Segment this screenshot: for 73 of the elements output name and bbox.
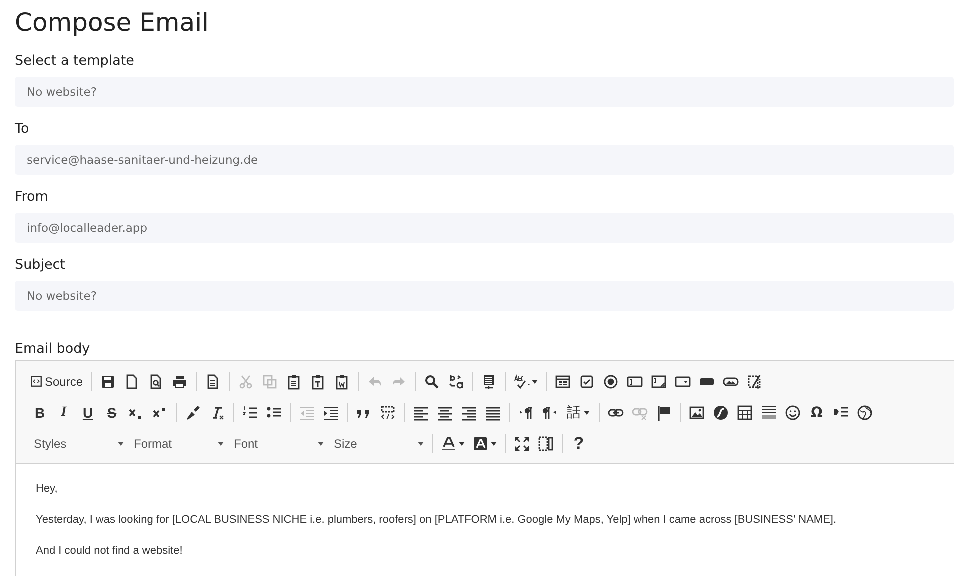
copyformat-icon [185, 404, 201, 420]
underline-button[interactable]: U [76, 400, 100, 424]
caret-icon [584, 410, 590, 414]
field-label: Subject [15, 256, 66, 274]
print-icon [172, 374, 188, 390]
showblocks-icon [538, 436, 554, 452]
numberedlist-icon [242, 404, 258, 420]
caret-icon [118, 442, 124, 446]
italic-button[interactable]: I [52, 400, 76, 424]
bgcolor-icon [473, 436, 489, 452]
copy-icon [262, 374, 278, 390]
find-icon [424, 374, 440, 390]
smiley-icon [785, 404, 801, 420]
justify-icon [485, 404, 501, 420]
dropdown-button[interactable]: Styles [28, 432, 128, 456]
input-field[interactable]: info@localleader.app [15, 213, 954, 243]
aligncenter-icon [437, 404, 453, 420]
caret-icon [459, 442, 465, 446]
dropdown-button[interactable]: Format [128, 432, 228, 456]
iframe-icon [857, 404, 873, 420]
anchor-icon [656, 404, 672, 420]
dropdown-button[interactable]: Size [328, 432, 428, 456]
pasteword-icon [334, 374, 350, 390]
caret-icon [491, 442, 497, 446]
checkbox-icon [579, 374, 596, 390]
language-button[interactable]: 話 [562, 400, 595, 424]
field-label: To [15, 120, 30, 138]
caret-icon [318, 442, 324, 446]
save-icon [100, 374, 116, 390]
pastetext-icon [310, 374, 326, 390]
paste-icon [286, 374, 302, 390]
rtl-icon [542, 404, 558, 420]
table-icon [737, 404, 753, 420]
page-title: Compose Email [15, 7, 210, 39]
field-label: Select a template [15, 52, 134, 70]
ltr-icon [518, 404, 534, 420]
body-paragraph: Yesterday, I was looking for [LOCAL BUSINESS NICHE i.e. plumbers, roofers] on [PLATFORM i.e. Google My Maps, Yelp] when I came across [BUSINESS' NAME]. [36, 515, 838, 526]
strikethrough-button[interactable]: S [100, 400, 124, 424]
image-icon [689, 404, 705, 420]
flash-icon [713, 404, 729, 420]
body-paragraph: Hey, [36, 484, 59, 495]
code-icon [30, 375, 43, 388]
textcolor-icon [441, 436, 457, 452]
textarea-icon [651, 374, 668, 390]
indent-icon [323, 404, 339, 420]
field-label: From [15, 188, 48, 206]
dropdown-button[interactable]: Font [228, 432, 328, 456]
alignright-icon [461, 404, 477, 420]
source-button[interactable]: Source [28, 370, 88, 394]
input-field[interactable]: No website? [15, 281, 954, 311]
caret-icon [532, 380, 538, 384]
caret-icon [218, 442, 224, 446]
bold-button[interactable]: B [28, 400, 52, 424]
hr-icon [761, 404, 777, 420]
field-label: Email body [15, 340, 90, 358]
spellcheck-icon [514, 374, 530, 390]
special-character-button[interactable]: Ω [805, 400, 829, 424]
help-button[interactable]: ? [567, 432, 591, 456]
alignleft-icon [413, 404, 429, 420]
outdent-icon [299, 404, 315, 420]
input-field[interactable]: No website? [15, 77, 954, 107]
bulletedlist-icon [266, 404, 282, 420]
body-paragraph: And I could not find a website! [36, 546, 184, 557]
editor-content-area[interactable]: Hey, Yesterday, I was looking for [LOCAL BUSINESS NICHE i.e. plumbers, roofers] on [PLATFORM i.e. Google My Maps, Yelp] when I came across [BUSINESS' NAME]. And I could not find a website! [16, 464, 954, 557]
cut-icon [238, 374, 254, 390]
radio-icon [603, 374, 620, 390]
hiddenfield-icon [747, 374, 764, 390]
form-icon [555, 374, 572, 390]
input-field[interactable]: service@haase-sanitaer-und-heizung.de [15, 145, 954, 175]
maximize-icon [514, 436, 530, 452]
replace-icon [448, 374, 464, 390]
caret-icon [418, 442, 424, 446]
creatediv-icon [380, 404, 396, 420]
